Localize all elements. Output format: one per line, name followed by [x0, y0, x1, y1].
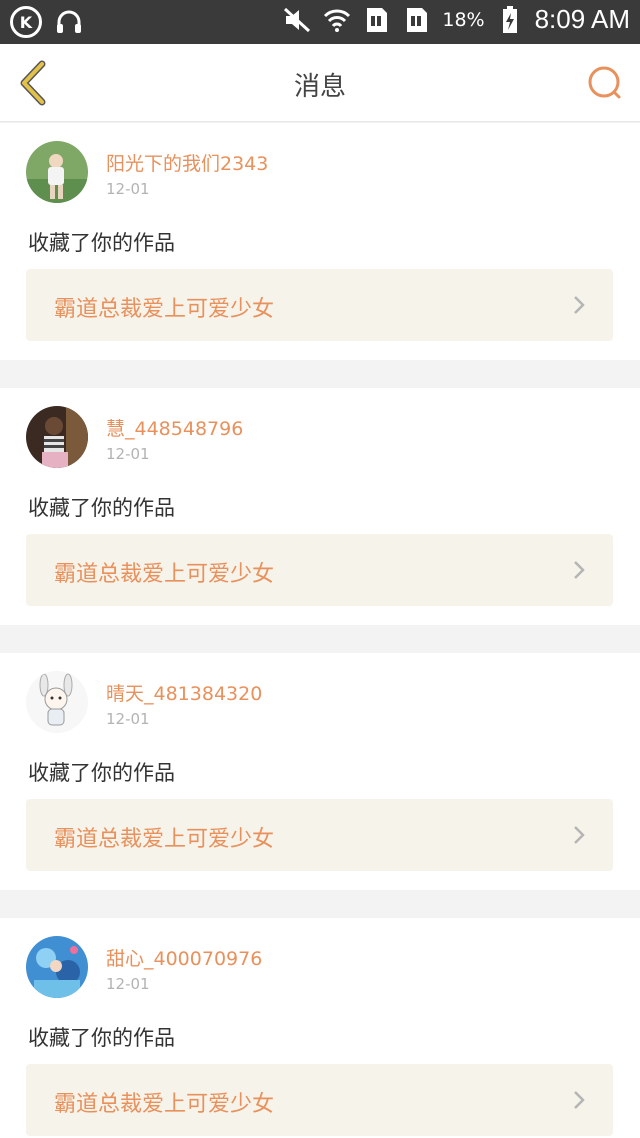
work-title: 霸道总裁爱上可爱少女 [54, 827, 275, 852]
message-card: 慧_448548796 12-01 收藏了你的作品 霸道总裁爱上可爱少女 [0, 388, 640, 625]
status-bar: K 18% 8:09 AM [0, 0, 640, 44]
chevron-right-icon [574, 826, 585, 844]
avatar[interactable] [26, 936, 88, 998]
avatar[interactable] [26, 141, 88, 203]
message-date: 12-01 [106, 975, 150, 993]
message-date: 12-01 [106, 180, 150, 198]
message-card: 晴天_481384320 12-01 收藏了你的作品 霸道总裁爱上可爱少女 [0, 653, 640, 890]
avatar[interactable] [26, 406, 88, 468]
work-link[interactable]: 霸道总裁爱上可爱少女 [26, 269, 613, 341]
username[interactable]: 晴天_481384320 [106, 679, 262, 706]
username[interactable]: 慧_448548796 [106, 414, 243, 441]
message-date: 12-01 [106, 710, 150, 728]
headphones-icon [54, 7, 84, 37]
search-button[interactable] [586, 64, 624, 102]
message-card: 阳光下的我们2343 12-01 收藏了你的作品 霸道总裁爱上可爱少女 [0, 123, 640, 360]
battery-charging-icon [495, 5, 525, 35]
app-header: 消息 [0, 44, 640, 122]
mute-icon [282, 5, 312, 35]
work-link[interactable]: 霸道总裁爱上可爱少女 [26, 1064, 613, 1136]
clock: 8:09 AM [534, 4, 630, 34]
message-action-text: 收藏了你的作品 [28, 496, 175, 520]
message-action-text: 收藏了你的作品 [28, 231, 175, 255]
wifi-icon [322, 5, 352, 35]
avatar[interactable] [26, 671, 88, 733]
page-title: 消息 [293, 72, 346, 102]
sim1-icon [362, 5, 392, 35]
k-app-icon: K [10, 6, 42, 38]
chevron-right-icon [574, 1091, 585, 1109]
chevron-right-icon [574, 296, 585, 314]
username[interactable]: 甜心_400070976 [106, 944, 262, 971]
work-title: 霸道总裁爱上可爱少女 [54, 562, 275, 587]
message-action-text: 收藏了你的作品 [28, 1026, 175, 1050]
message-date: 12-01 [106, 445, 150, 463]
search-icon [588, 66, 621, 99]
message-action-text: 收藏了你的作品 [28, 761, 175, 785]
work-link[interactable]: 霸道总裁爱上可爱少女 [26, 534, 613, 606]
sim2-icon [402, 5, 432, 35]
message-card: 甜心_400070976 12-01 收藏了你的作品 霸道总裁爱上可爱少女 [0, 918, 640, 1138]
username[interactable]: 阳光下的我们2343 [106, 149, 268, 176]
work-title: 霸道总裁爱上可爱少女 [54, 297, 275, 322]
message-list: 阳光下的我们2343 12-01 收藏了你的作品 霸道总裁爱上可爱少女 慧_44… [0, 123, 640, 1138]
work-title: 霸道总裁爱上可爱少女 [54, 1092, 275, 1117]
chevron-right-icon [574, 561, 585, 579]
battery-percent: 18% [442, 8, 485, 31]
work-link[interactable]: 霸道总裁爱上可爱少女 [26, 799, 613, 871]
